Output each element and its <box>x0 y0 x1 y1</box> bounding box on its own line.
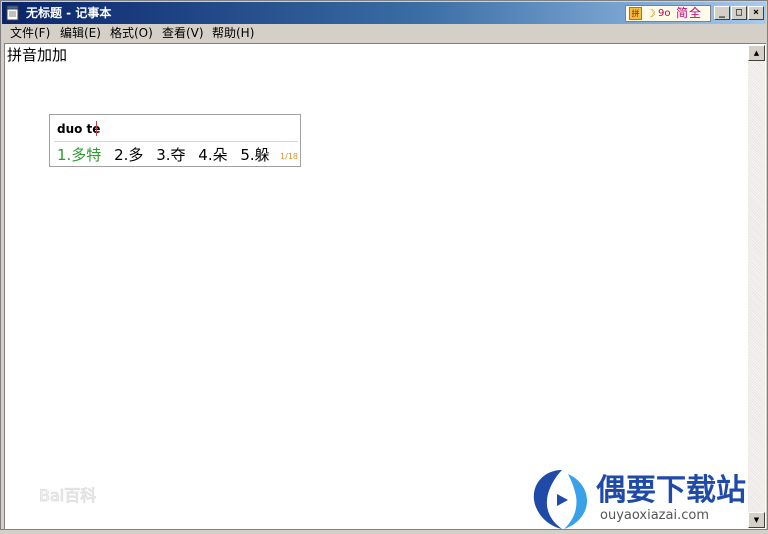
candidate-item[interactable]: 4.朵 <box>198 146 227 164</box>
candidate-list: 1.多特 2.多 3.夺 4.朵 5.躲 <box>57 145 278 165</box>
candidate-item[interactable]: 3.夺 <box>156 146 185 164</box>
minimize-button[interactable]: _ <box>714 6 730 20</box>
ime-candidate-window: duo te 1.多特 2.多 3.夺 4.朵 5.躲 1/18 <box>49 114 301 167</box>
baidu-watermark: Bai百科 <box>39 479 139 509</box>
moon-icon[interactable]: ☽ <box>646 6 656 21</box>
menu-format[interactable]: 格式(O) <box>110 26 153 41</box>
vertical-scrollbar[interactable]: ▲ ▼ <box>748 45 765 528</box>
scroll-up-button[interactable]: ▲ <box>748 45 765 61</box>
window-title: 无标题 - 记事本 <box>26 6 112 20</box>
sogou-logo-icon[interactable]: 拼 <box>629 7 642 20</box>
ime-status-bar[interactable]: 拼 ☽ 9o 简全 <box>625 5 711 22</box>
candidate-item[interactable]: 1.多特 <box>57 146 101 164</box>
candidate-divider <box>54 141 298 142</box>
candidate-page-indicator: 1/18 <box>280 152 298 161</box>
notepad-window: 无标题 - 记事本 拼 ☽ 9o 简全 _ □ × 文件(F) 编辑(E) 格式… <box>0 0 768 530</box>
composition-string: duo te <box>57 122 101 136</box>
menu-view[interactable]: 查看(V) <box>162 26 204 41</box>
site-logo-icon <box>533 470 588 529</box>
menu-bar: 文件(F) 编辑(E) 格式(O) 查看(V) 帮助(H) <box>2 24 766 43</box>
title-bar[interactable]: 无标题 - 记事本 拼 ☽ 9o 简全 _ □ × <box>2 2 766 24</box>
site-watermark: 偶要下载站 ouyaoxiazai.com <box>528 468 766 531</box>
menu-help[interactable]: 帮助(H) <box>212 26 254 41</box>
baidu-watermark-text: Bai百科 <box>39 486 96 505</box>
composition-caret <box>96 121 97 136</box>
punctuation-toggle[interactable]: 9o <box>658 6 670 21</box>
maximize-button[interactable]: □ <box>731 6 747 20</box>
editor-content[interactable]: 拼音加加 <box>7 45 67 65</box>
notepad-icon[interactable] <box>6 5 20 21</box>
close-button[interactable]: × <box>748 6 764 20</box>
candidate-item[interactable]: 2.多 <box>114 146 143 164</box>
menu-edit[interactable]: 编辑(E) <box>60 26 101 41</box>
site-name: 偶要下载站 <box>596 473 746 508</box>
ime-mode-label[interactable]: 简全 <box>676 6 702 21</box>
site-url: ouyaoxiazai.com <box>600 508 709 523</box>
candidate-item[interactable]: 5.躲 <box>240 146 269 164</box>
menu-file[interactable]: 文件(F) <box>10 26 50 41</box>
